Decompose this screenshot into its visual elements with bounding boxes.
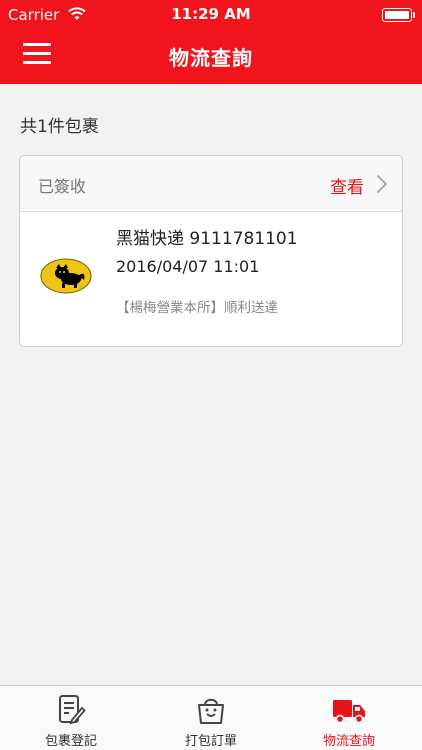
tab-bar: 包裹登記 打包訂單 物流查詢 — [0, 685, 422, 750]
package-count: 共1件包裹 — [20, 117, 99, 137]
register-form-icon — [56, 694, 86, 730]
tab-label: 物流查詢 — [322, 734, 375, 749]
package-card[interactable]: 已簽收 查看 黑猫快递 9111781101 2016/04/07 11:01 … — [19, 155, 403, 347]
delivery-datetime: 2016/04/07 11:01 — [116, 257, 260, 276]
navigation-bar: 物流查詢 — [0, 30, 422, 84]
package-card-header: 已簽收 查看 — [20, 156, 402, 212]
courier-tracking-number: 黑猫快递 9111781101 — [116, 229, 298, 249]
tab-label: 打包訂單 — [184, 734, 237, 749]
tab-label: 包裹登記 — [44, 734, 97, 749]
battery-icon — [382, 8, 415, 22]
delivery-location: 【楊梅營業本所】順利送達 — [116, 300, 278, 316]
tab-logistics-query[interactable]: 物流查詢 — [284, 686, 414, 750]
shopping-bag-icon — [196, 694, 226, 730]
chevron-right-icon — [376, 174, 388, 198]
tab-packing-order[interactable]: 打包訂單 — [146, 686, 276, 750]
black-cat-logo-icon — [40, 256, 92, 296]
delivery-truck-icon — [332, 694, 366, 730]
tab-package-register[interactable]: 包裹登記 — [6, 686, 136, 750]
delivery-status: 已簽收 — [38, 177, 87, 196]
top-header: Carrier 11:29 AM 物流查詢 — [0, 0, 422, 84]
clock: 11:29 AM — [171, 5, 251, 23]
status-bar: Carrier 11:29 AM — [0, 0, 422, 30]
view-details-label: 查看 — [330, 178, 364, 198]
page-title: 物流查詢 — [169, 46, 253, 70]
